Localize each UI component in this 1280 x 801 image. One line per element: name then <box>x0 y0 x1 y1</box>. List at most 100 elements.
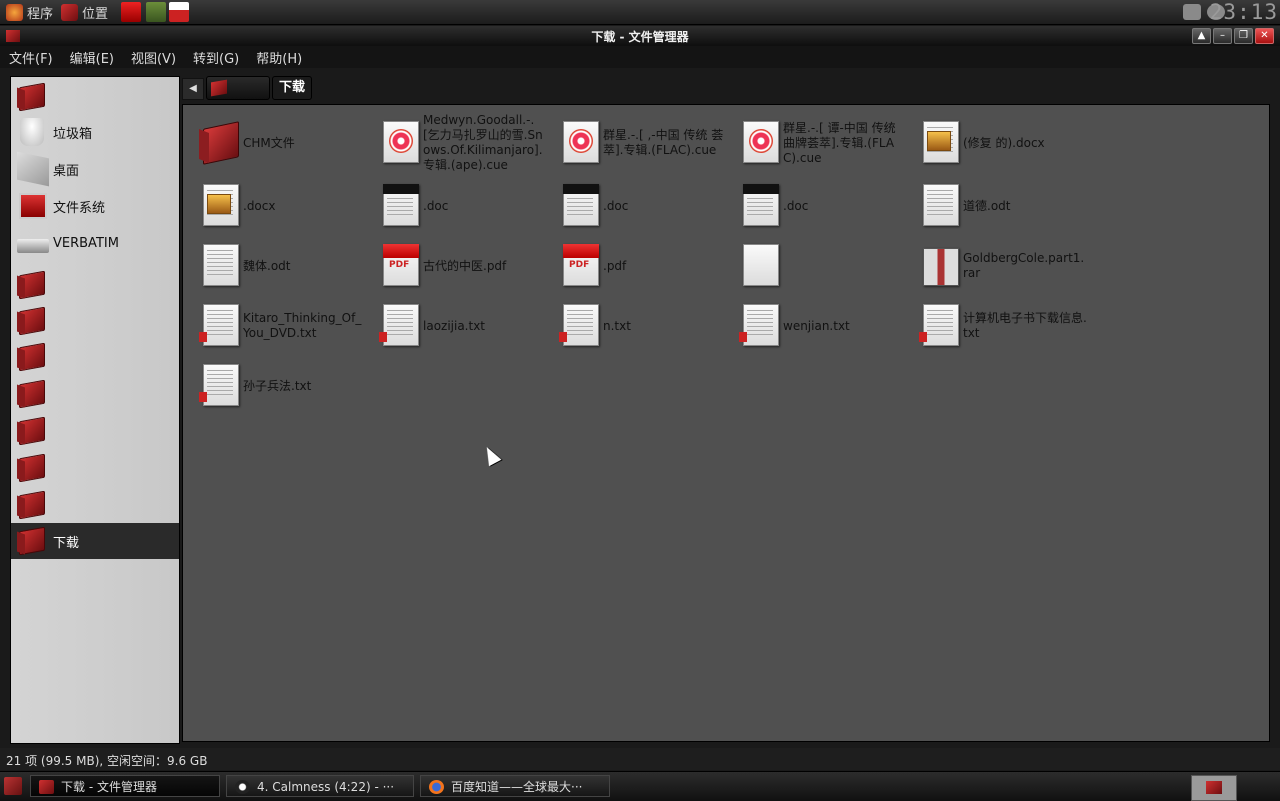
file-icon-view[interactable]: CHM文件 Medwyn.Goodall.-.[乞力马扎罗山的雪.Snows.O… <box>182 104 1270 742</box>
window-titlebar[interactable]: 下载 - 文件管理器 ▲ – ❐ ✕ <box>0 26 1280 47</box>
dictionary-launcher-icon[interactable] <box>146 2 166 22</box>
file-item[interactable]: GoldbergCole.part1.rar <box>907 238 1087 294</box>
file-name: CHM文件 <box>243 135 295 150</box>
file-name: n.txt <box>603 318 631 333</box>
sidebar-item-label: 桌面 <box>53 163 80 179</box>
doc-document-icon <box>377 182 419 226</box>
shade-button[interactable]: ▲ <box>1192 28 1211 44</box>
clock[interactable]: 23:13 <box>1210 0 1278 24</box>
text-file-icon <box>197 302 239 346</box>
menu-file[interactable]: 文件(F) <box>0 48 61 67</box>
file-name: 古代的中医.pdf <box>423 258 507 273</box>
folder-icon <box>17 83 49 111</box>
sidebar-item-label: 垃圾箱 <box>53 126 93 142</box>
file-item[interactable] <box>727 238 907 294</box>
sidebar-item-desktop[interactable]: 桌面 <box>11 151 179 187</box>
file-item[interactable]: (修复 的).docx <box>907 115 1087 171</box>
sidebar-item-bookmark[interactable] <box>11 487 179 523</box>
pdf-document-icon: PDF <box>377 242 419 286</box>
file-name: .doc <box>783 198 809 213</box>
file-item[interactable]: PDF .pdf <box>547 238 727 294</box>
task-file-manager[interactable]: 下载 - 文件管理器 <box>30 775 220 797</box>
breadcrumb-current[interactable]: 下载 <box>272 76 313 100</box>
sidebar-item-bookmark[interactable] <box>11 450 179 486</box>
odt-document-icon <box>917 182 959 226</box>
doc-document-icon <box>557 182 599 226</box>
file-item[interactable]: 计算机电子书下载信息.txt <box>907 298 1087 354</box>
firefox-icon <box>429 780 444 794</box>
file-item[interactable]: PDF 古代的中医.pdf <box>367 238 547 294</box>
file-item[interactable]: 道德.odt <box>907 178 1087 234</box>
menu-go[interactable]: 转到(G) <box>184 48 247 67</box>
file-name: (修复 的).docx <box>963 135 1045 150</box>
text-file-icon <box>197 362 239 406</box>
odt-document-icon <box>197 242 239 286</box>
sidebar-item-bookmark[interactable] <box>11 267 179 303</box>
audio-cue-icon <box>377 119 419 163</box>
menu-edit[interactable]: 编辑(E) <box>61 48 122 67</box>
file-item[interactable]: laozijia.txt <box>367 298 547 354</box>
trash-icon <box>20 118 44 146</box>
file-item[interactable]: 魏体.odt <box>187 238 367 294</box>
applications-menu[interactable]: 程序 <box>6 3 53 22</box>
file-name: .docx <box>243 198 276 213</box>
file-item[interactable]: .docx <box>187 178 367 234</box>
pdf-launcher-icon[interactable] <box>169 2 189 22</box>
places-menu[interactable]: 位置 <box>61 3 108 22</box>
menubar: 文件(F) 编辑(E) 视图(V) 转到(G) 帮助(H) <box>0 46 1280 68</box>
desktop-icon <box>17 151 49 187</box>
minimize-button[interactable]: – <box>1213 28 1232 44</box>
rar-archive-icon <box>917 242 959 286</box>
top-panel: 程序 位置 23:13 <box>0 0 1280 25</box>
show-desktop-icon[interactable] <box>4 777 22 795</box>
task-label: 4. Calmness (4:22) - ··· <box>257 780 395 794</box>
path-scroll-left-button[interactable]: ◀ <box>182 78 204 100</box>
network-icon[interactable] <box>1183 4 1201 20</box>
location-bar: ◀ 下载 <box>182 76 1270 100</box>
folder-icon <box>17 343 49 371</box>
folder-icon <box>197 119 239 163</box>
file-item[interactable]: n.txt <box>547 298 727 354</box>
file-item[interactable]: Medwyn.Goodall.-.[乞力马扎罗山的雪.Snows.Of.Kili… <box>367 113 547 172</box>
breadcrumb-home[interactable] <box>206 76 270 100</box>
sidebar-item-verbatim[interactable]: VERBATIM <box>11 225 179 261</box>
workspace-pager[interactable] <box>1191 775 1237 801</box>
file-name: 孙子兵法.txt <box>243 378 312 393</box>
file-item[interactable]: .doc <box>727 178 907 234</box>
text-file-icon <box>737 302 779 346</box>
pdf-document-icon: PDF <box>557 242 599 286</box>
file-item[interactable]: 孙子兵法.txt <box>187 358 367 414</box>
sidebar-item-bookmark[interactable] <box>11 376 179 412</box>
file-name: .pdf <box>603 258 627 273</box>
file-item[interactable]: wenjian.txt <box>727 298 907 354</box>
sidebar-item-bookmark[interactable] <box>11 303 179 339</box>
menu-help[interactable]: 帮助(H) <box>247 48 310 67</box>
task-label: 下载 - 文件管理器 <box>61 780 157 794</box>
blank-file-icon <box>737 242 779 286</box>
sidebar-item-bookmark[interactable] <box>11 413 179 449</box>
file-item[interactable]: 群星.-.[ ,-中国 传统 荟萃].专辑.(FLAC).cue <box>547 115 727 171</box>
pdf-reader-launcher-icon[interactable] <box>121 2 141 22</box>
filesystem-icon <box>19 193 47 219</box>
file-item[interactable]: .doc <box>367 178 547 234</box>
close-button[interactable]: ✕ <box>1255 28 1274 44</box>
sidebar-item-downloads[interactable]: 下载 <box>11 523 179 559</box>
file-item[interactable]: .doc <box>547 178 727 234</box>
sidebar-item-filesystem[interactable]: 文件系统 <box>11 188 179 224</box>
text-file-icon <box>377 302 419 346</box>
file-item[interactable]: 群星.-.[ 谭-中国 传统曲牌荟萃].专辑.(FLAC).cue <box>727 115 907 171</box>
task-firefox[interactable]: 百度知道——全球最大··· <box>420 775 610 797</box>
task-music-player[interactable]: 4. Calmness (4:22) - ··· <box>226 775 414 797</box>
sidebar-item-bookmark[interactable] <box>11 339 179 375</box>
file-name: Kitaro_Thinking_Of_You_DVD.txt <box>243 311 362 340</box>
file-item[interactable]: Kitaro_Thinking_Of_You_DVD.txt <box>187 298 367 354</box>
maximize-button[interactable]: ❐ <box>1234 28 1253 44</box>
status-bar: 21 项 (99.5 MB), 空闲空间：9.6 GB <box>0 748 1280 770</box>
taskbar: 下载 - 文件管理器 4. Calmness (4:22) - ··· 百度知道… <box>0 771 1280 801</box>
menu-view[interactable]: 视图(V) <box>122 48 184 67</box>
file-name: GoldbergCole.part1.rar <box>963 251 1085 280</box>
sidebar-item-home[interactable] <box>11 79 179 115</box>
file-item[interactable]: CHM文件 <box>187 115 367 171</box>
folder-icon <box>17 491 49 519</box>
sidebar-item-trash[interactable]: 垃圾箱 <box>11 114 179 150</box>
